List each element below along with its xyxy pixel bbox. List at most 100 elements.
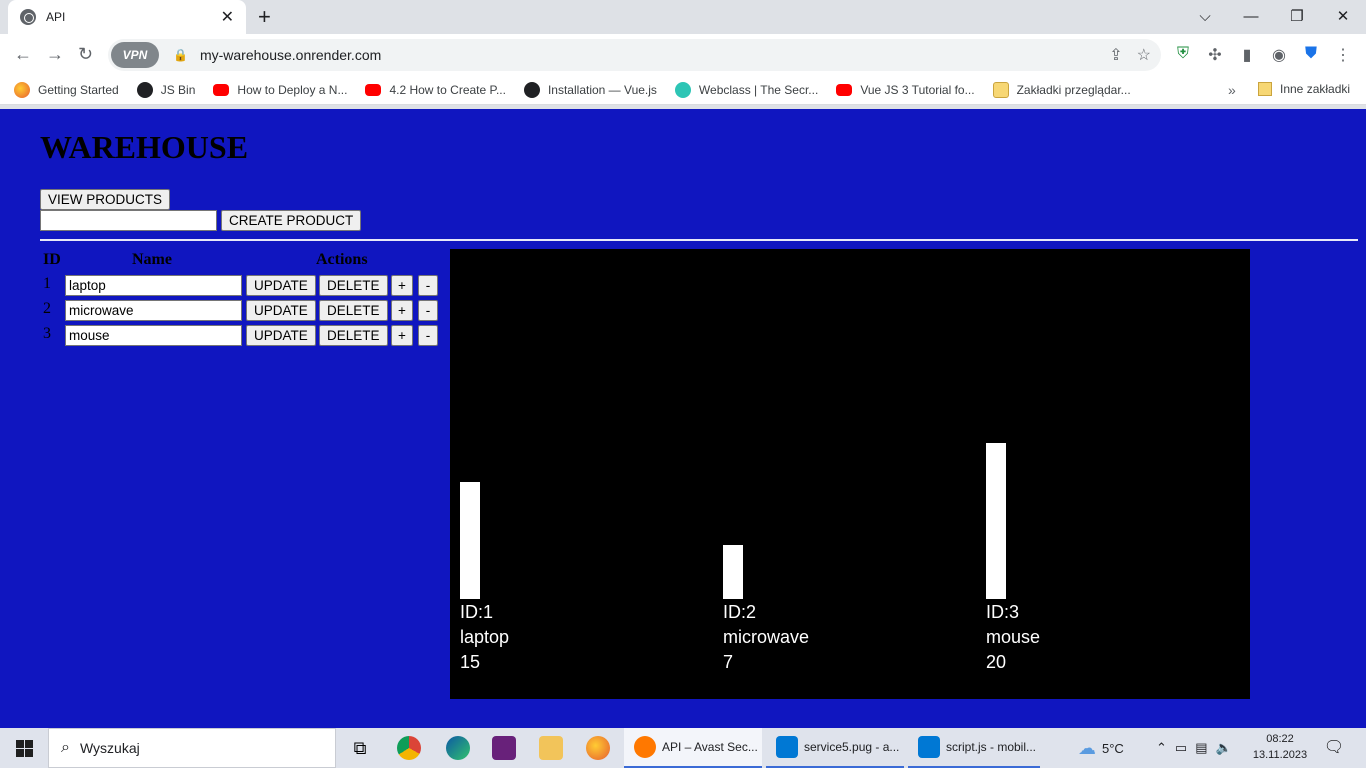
- bar-microwave: [723, 545, 743, 599]
- increment-button[interactable]: +: [391, 275, 413, 296]
- webclass-icon: [674, 82, 691, 98]
- delete-button[interactable]: DELETE: [319, 275, 388, 296]
- category-label: mouse: [986, 627, 1041, 647]
- forward-icon[interactable]: →: [46, 44, 64, 65]
- column-header-name: Name: [132, 251, 172, 268]
- firefox-icon[interactable]: [586, 736, 610, 760]
- bookmark-item[interactable]: How to Deploy a N...: [213, 83, 347, 97]
- bar-mouse: [986, 443, 1006, 599]
- side-panel-icon[interactable]: ▮: [1238, 45, 1256, 65]
- notifications-icon[interactable]: 🗨: [1322, 736, 1346, 760]
- address-bar[interactable]: VPN 🔒 my-warehouse.onrender.com ⇪ ☆: [108, 39, 1161, 71]
- create-product-button[interactable]: CREATE PRODUCT: [221, 210, 362, 231]
- increment-button[interactable]: +: [391, 300, 413, 321]
- delete-button[interactable]: DELETE: [319, 325, 388, 346]
- bookmarks-overflow-icon[interactable]: »: [1228, 82, 1236, 98]
- lock-icon[interactable]: 🔒: [173, 48, 188, 62]
- taskbar-app-vscode[interactable]: service5.pug - a...: [766, 728, 904, 768]
- product-name-field[interactable]: [65, 275, 242, 296]
- url-text[interactable]: my-warehouse.onrender.com: [200, 47, 381, 63]
- taskbar-search-box[interactable]: ⌕ Wyszukaj: [48, 728, 336, 768]
- decrement-button[interactable]: -: [418, 275, 438, 296]
- bookmark-item[interactable]: Getting Started: [14, 82, 119, 98]
- folder-icon: [992, 82, 1009, 98]
- bookmark-folder[interactable]: Zakładki przeglądar...: [992, 82, 1131, 98]
- browser-tab[interactable]: API ✕: [8, 0, 246, 34]
- menu-icon[interactable]: ⋮: [1334, 45, 1352, 65]
- value-label: 7: [723, 652, 734, 672]
- clock[interactable]: 08:22 13.11.2023: [1250, 731, 1310, 763]
- restore-button[interactable]: ❐: [1274, 7, 1320, 25]
- bookmark-item[interactable]: Installation — Vue.js: [523, 82, 657, 98]
- update-button[interactable]: UPDATE: [246, 325, 316, 346]
- decrement-button[interactable]: -: [418, 325, 438, 346]
- tab-title: API: [46, 10, 66, 24]
- browser-toolbar: ← → ↻ VPN 🔒 my-warehouse.onrender.com ⇪ …: [0, 34, 1366, 76]
- window-controls: ⌵ — ❐ ✕: [1182, 0, 1366, 32]
- product-name-input[interactable]: [40, 210, 217, 231]
- battery-icon[interactable]: ▭: [1175, 740, 1187, 756]
- reload-icon[interactable]: ↻: [78, 44, 93, 65]
- avast-shield-icon[interactable]: ⛊: [1302, 45, 1320, 65]
- extension-icons: ⛨ ✣ ▮ ◉ ⛊ ⋮: [1174, 45, 1352, 65]
- id-label: ID:3: [986, 602, 1020, 622]
- volume-icon[interactable]: 🔈: [1216, 740, 1232, 756]
- taskbar-app-avast-browser[interactable]: API – Avast Sec...: [624, 728, 762, 768]
- decrement-button[interactable]: -: [418, 300, 438, 321]
- update-button[interactable]: UPDATE: [246, 275, 316, 296]
- taskbar-app-vscode[interactable]: script.js - mobil...: [908, 728, 1040, 768]
- tab-strip: API ✕ + ⌵ — ❐ ✕: [0, 0, 1366, 34]
- visual-studio-icon[interactable]: [492, 736, 516, 760]
- chevron-up-icon[interactable]: ⌃: [1156, 740, 1167, 756]
- folder-icon: [1258, 82, 1272, 96]
- value-label: 20: [986, 652, 1007, 672]
- product-name-field[interactable]: [65, 300, 242, 321]
- vscode-icon: [776, 736, 798, 758]
- system-tray: ⌃ ▭ ▤ 🔈: [1156, 728, 1232, 768]
- profile-icon[interactable]: ◉: [1270, 45, 1288, 65]
- view-products-button[interactable]: VIEW PRODUCTS: [40, 189, 171, 210]
- stock-bar-chart: ID:1 laptop 15 ID:2 microwave 7 ID:3 mouse 20: [450, 249, 1250, 699]
- column-header-actions: Actions: [316, 251, 368, 268]
- bookmark-star-icon[interactable]: ☆: [1137, 45, 1151, 65]
- task-view-icon[interactable]: ⧉: [348, 736, 372, 760]
- close-window-button[interactable]: ✕: [1320, 7, 1366, 25]
- vpn-badge[interactable]: VPN: [111, 42, 159, 68]
- value-label: 15: [460, 652, 481, 672]
- youtube-icon: [213, 84, 230, 96]
- category-label: laptop: [460, 627, 510, 647]
- chrome-icon[interactable]: [397, 736, 421, 760]
- tab-search-icon[interactable]: ⌵: [1182, 8, 1228, 25]
- product-name-field[interactable]: [65, 325, 242, 346]
- warehouse-page: WAREHOUSE VIEW PRODUCTS CREATE PRODUCT I…: [0, 109, 1366, 728]
- youtube-icon: [836, 84, 853, 96]
- globe-icon: [523, 82, 540, 98]
- update-button[interactable]: UPDATE: [246, 300, 316, 321]
- bookmark-item[interactable]: 4.2 How to Create P...: [365, 83, 506, 97]
- back-icon[interactable]: ←: [14, 44, 32, 65]
- puzzle-icon[interactable]: ✣: [1206, 45, 1224, 65]
- weather-widget[interactable]: ☁ 5°C: [1078, 728, 1124, 768]
- taskbar: ⌕ Wyszukaj ⧉ API – Avast Sec... service5…: [0, 728, 1366, 768]
- shield-extension-icon[interactable]: ⛨: [1174, 45, 1192, 65]
- other-bookmarks-folder[interactable]: Inne zakładki: [1258, 82, 1350, 96]
- bookmark-item[interactable]: Webclass | The Secr...: [674, 82, 818, 98]
- bookmark-item[interactable]: Vue JS 3 Tutorial fo...: [836, 83, 975, 97]
- new-tab-button[interactable]: +: [258, 4, 271, 30]
- search-icon: ⌕: [61, 739, 70, 756]
- divider: [40, 239, 1358, 241]
- windows-start-icon[interactable]: [16, 740, 33, 757]
- share-icon[interactable]: ⇪: [1109, 45, 1122, 65]
- increment-button[interactable]: +: [391, 325, 413, 346]
- file-explorer-icon[interactable]: [539, 736, 563, 760]
- minimize-button[interactable]: —: [1228, 8, 1274, 25]
- close-tab-icon[interactable]: ✕: [221, 7, 234, 27]
- cloud-icon: ☁: [1078, 737, 1096, 758]
- network-icon[interactable]: ▤: [1195, 740, 1207, 756]
- delete-button[interactable]: DELETE: [319, 300, 388, 321]
- product-id: 1: [43, 275, 51, 292]
- edge-icon[interactable]: [446, 736, 470, 760]
- bookmark-item[interactable]: JS Bin: [136, 82, 195, 98]
- search-placeholder: Wyszukaj: [79, 740, 140, 756]
- column-header-id: ID: [43, 251, 61, 268]
